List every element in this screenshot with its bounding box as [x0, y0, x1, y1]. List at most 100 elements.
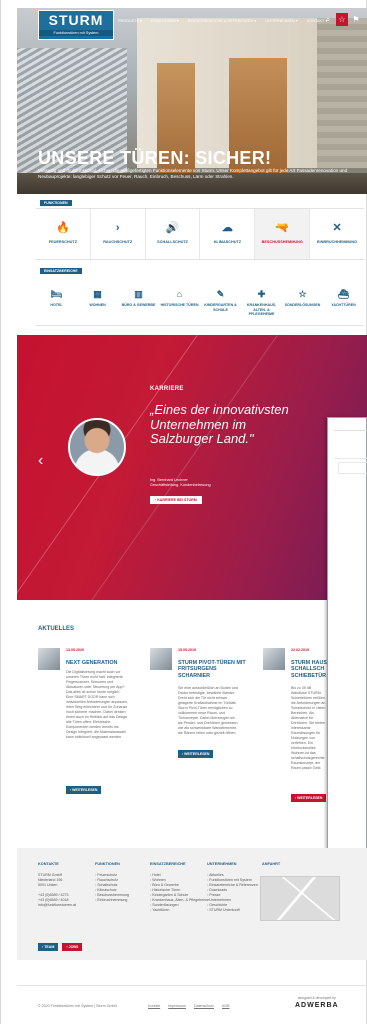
- footer-map[interactable]: [260, 876, 340, 921]
- areas-label: EINSATZBEREICHE: [40, 268, 82, 274]
- yacht-icon: ⛴: [337, 289, 350, 299]
- career-button[interactable]: › KARRIERE BEI STURM: [150, 496, 202, 504]
- climate-icon: ☁: [221, 222, 233, 234]
- news-body: Bis zu 39 dB Wandlose STURM-Schiebetüren…: [291, 686, 326, 770]
- overlay-popup[interactable]: [327, 417, 367, 907]
- footer-contact: KONTAKTE STURM GmbH Niederland 196 5091 …: [38, 862, 76, 908]
- function-item[interactable]: 🔫 BESCHUSSHEMMUNG: [254, 209, 310, 259]
- area-item[interactable]: ⌂ HISTORISCHE TÜREN: [159, 276, 200, 325]
- footer-link[interactable]: Einbruchhemmung: [95, 898, 129, 903]
- area-item[interactable]: ✎ KINDERGARTEN & SCHULE: [200, 276, 241, 325]
- news-date: 13.05.2020: [66, 648, 84, 652]
- area-item[interactable]: 🛏 HOTEL: [36, 276, 77, 325]
- area-item[interactable]: ☆ SONDERLÖSUNGEN: [282, 276, 323, 325]
- function-item[interactable]: 🔥 FEUERSCHUTZ: [36, 209, 90, 259]
- nav-icons: ⌕ ☆ ⚑: [322, 13, 362, 26]
- footer-company: UNTERNEHMENAktuellesFunktionstüren mit S…: [207, 862, 258, 913]
- area-item-label: HISTORISCHE TÜREN: [160, 303, 199, 307]
- news-readmore-button[interactable]: › WEITERLESEN: [291, 794, 327, 802]
- school-icon: ✎: [216, 289, 225, 299]
- career-author: Ing. Bernhard Lechner Geschäftsleitung, …: [150, 478, 211, 487]
- function-item[interactable]: ☁ KLIMASCHUTZ: [199, 209, 254, 259]
- legal-links: Kontakt Impressum Datenschutz AGB: [148, 1004, 230, 1008]
- link-impressum[interactable]: Impressum: [168, 1004, 186, 1008]
- area-item[interactable]: ▦ WOHNEN: [77, 276, 118, 325]
- news-body: Sie eine ausschließlich an Boden und Dec…: [178, 686, 238, 735]
- avatar: [68, 418, 126, 476]
- function-item-label: EINBRUCHHEMMUNG: [317, 240, 358, 244]
- burglary-icon: ✕: [332, 222, 342, 234]
- area-item-label: YACHTTÜREN: [331, 303, 356, 307]
- area-item[interactable]: ⛴ YACHTTÜREN: [323, 276, 364, 325]
- design-note: designed & developed by: [297, 996, 336, 1000]
- area-item-label: KRANKENHAUS, ALTEN- & PFLEGEHEIME: [246, 303, 277, 317]
- function-item-label: RAUCHSCHUTZ: [103, 240, 133, 244]
- footer-email[interactable]: info@funktionstueren.at: [38, 903, 76, 908]
- news-image[interactable]: [150, 648, 172, 670]
- news-headline[interactable]: NEXT GENERATION: [66, 660, 136, 666]
- sound-icon: 🔊: [165, 222, 180, 234]
- footer-company-heading: UNTERNEHMEN: [207, 862, 237, 866]
- career-section: [17, 335, 367, 600]
- hero-subtitle: Vielseitig und multifunktional, sicher: …: [38, 168, 348, 179]
- historic-icon: ⌂: [176, 289, 183, 299]
- area-item[interactable]: ✚ KRANKENHAUS, ALTEN- & PFLEGEHEIME: [241, 276, 282, 325]
- design-brand: ADWERBA: [295, 1002, 339, 1009]
- link-datenschutz[interactable]: Datenschutz: [194, 1004, 214, 1008]
- news-title: AKTUELLES: [38, 626, 74, 632]
- area-item-label: KINDERGARTEN & SCHULE: [204, 303, 237, 312]
- search-icon[interactable]: ⌕: [322, 13, 334, 26]
- copyright: © 2020 Funktionstüren mit System | Sturm…: [38, 1004, 118, 1008]
- special-icon: ☆: [298, 289, 307, 299]
- area-item[interactable]: ▥ BÜRO & GEWERBE: [118, 276, 159, 325]
- fire-icon: 🔥: [56, 222, 70, 234]
- footer-link[interactable]: STURM Unterkunft: [207, 908, 258, 913]
- footer-buttons: › TEAM › JOBS: [38, 943, 83, 951]
- nav-company[interactable]: UNTERNEHMEN ▾: [265, 18, 298, 23]
- footer-areas: EINSATZBEREICHEHotelWohnenBüro & Gewerbe…: [150, 862, 209, 913]
- nav-areas[interactable]: EINSATZBEREICHE & REFERENZEN ▾: [188, 18, 257, 23]
- news-readmore-button[interactable]: › WEITERLESEN: [66, 786, 102, 794]
- news-readmore-button[interactable]: › WEITERLESEN: [178, 750, 214, 758]
- area-item-label: SONDERLÖSUNGEN: [284, 303, 321, 307]
- function-item[interactable]: › RAUCHSCHUTZ: [89, 209, 145, 259]
- housing-icon: ▦: [93, 289, 102, 299]
- logo[interactable]: STURM Funktionstüren mit System: [38, 10, 114, 40]
- nav-products[interactable]: PRODUKTE ▾: [118, 18, 142, 23]
- news-date: 15.05.2019: [178, 648, 196, 652]
- team-button[interactable]: › TEAM: [38, 943, 59, 951]
- function-item-label: SCHALLSCHUTZ: [157, 240, 188, 244]
- news-headline[interactable]: STURM PIVOT-TÜREN MIT FRITSURGENS SCHARN…: [178, 660, 248, 679]
- hospital-icon: ✚: [257, 289, 266, 299]
- footer-contact-heading: KONTAKTE: [38, 862, 59, 866]
- popup-input[interactable]: [338, 462, 367, 474]
- area-item-label: HOTEL: [50, 303, 63, 307]
- function-item-label: FEUERSCHUTZ: [48, 240, 78, 244]
- function-item[interactable]: 🔊 SCHALLSCHUTZ: [144, 209, 200, 259]
- footer-functions-heading: FUNKTIONEN: [95, 862, 120, 866]
- news-image[interactable]: [38, 648, 60, 670]
- area-item-label: WOHNEN: [89, 303, 106, 307]
- news-image[interactable]: [263, 648, 285, 670]
- footer-link[interactable]: Yachttüren: [150, 908, 209, 913]
- function-item[interactable]: ✕ EINBRUCHHEMMUNG: [309, 209, 364, 259]
- footer-route-heading: ANFAHRT: [262, 862, 281, 866]
- function-item-label: BESCHUSSHEMMUNG: [261, 240, 303, 244]
- nav-functions[interactable]: FUNKTIONEN ▾: [151, 18, 179, 23]
- design-credit[interactable]: designed & developed by ADWERBA: [295, 996, 339, 1009]
- footer-functions: FUNKTIONENFeuerschutzRauchschutzSchallsc…: [95, 862, 129, 903]
- star-icon[interactable]: ☆: [336, 13, 348, 26]
- function-item-label: KLIMASCHUTZ: [213, 240, 242, 244]
- career-label: KARRIERE: [150, 386, 184, 392]
- news-date: 22.02.2019: [291, 648, 309, 652]
- functions-label: FUNKTIONEN: [40, 200, 72, 206]
- link-kontakt[interactable]: Kontakt: [148, 1004, 160, 1008]
- jobs-button[interactable]: › JOBS: [62, 943, 83, 951]
- flag-icon[interactable]: ⚑: [350, 13, 362, 26]
- footer-areas-heading: EINSATZBEREICHE: [150, 862, 186, 866]
- hotel-icon: 🛏: [50, 289, 63, 299]
- footer-route: ANFAHRT: [262, 862, 280, 873]
- news-body: Die Digitalisierung macht auch vor unser…: [66, 670, 128, 739]
- link-agb[interactable]: AGB: [222, 1004, 230, 1008]
- slider-prev-icon[interactable]: ‹: [38, 452, 43, 470]
